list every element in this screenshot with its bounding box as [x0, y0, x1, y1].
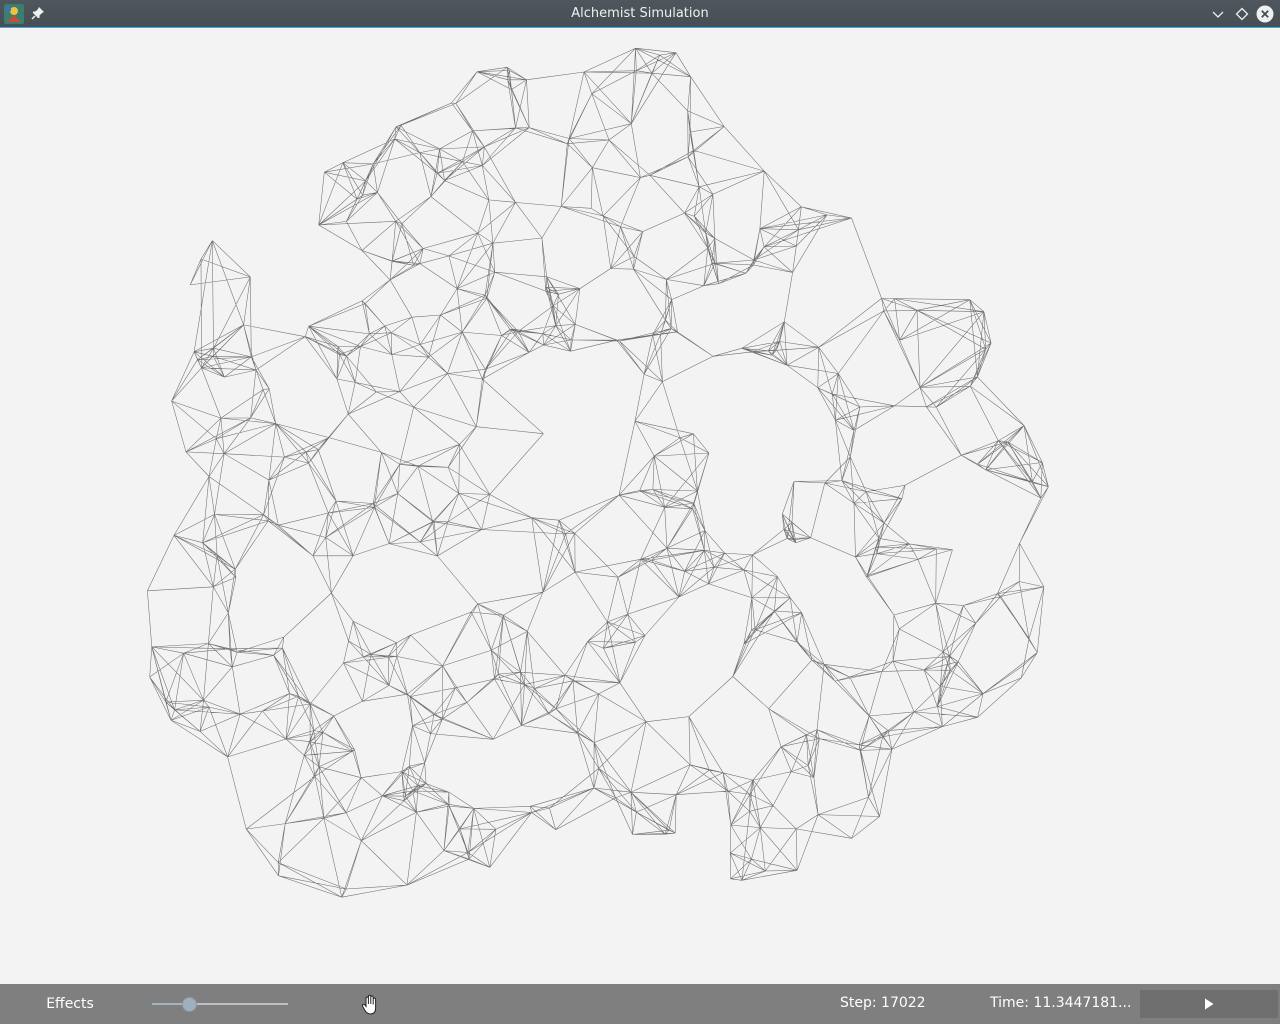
maximize-icon[interactable] — [1233, 5, 1251, 23]
close-icon[interactable] — [1256, 5, 1274, 23]
speed-slider[interactable] — [152, 994, 288, 1014]
simulation-canvas[interactable] — [0, 29, 1280, 984]
time-counter: Time: 11.3447181... — [990, 995, 1132, 1011]
window-titlebar[interactable]: Alchemist Simulation — [0, 0, 1280, 28]
minimize-icon[interactable] — [1209, 5, 1227, 23]
node-network-graph — [147, 47, 1049, 898]
hand-icon[interactable] — [360, 994, 380, 1016]
window-title: Alchemist Simulation — [571, 6, 709, 21]
play-icon — [1205, 998, 1214, 1010]
slider-thumb[interactable] — [181, 997, 197, 1012]
step-counter: Step: 17022 — [840, 995, 926, 1011]
bottom-control-bar: Effects Step: 17022 Time: 11.3447181... — [0, 984, 1280, 1024]
play-button[interactable] — [1140, 990, 1278, 1018]
mesh-edges — [147, 47, 1049, 898]
effects-button[interactable]: Effects — [30, 993, 110, 1015]
